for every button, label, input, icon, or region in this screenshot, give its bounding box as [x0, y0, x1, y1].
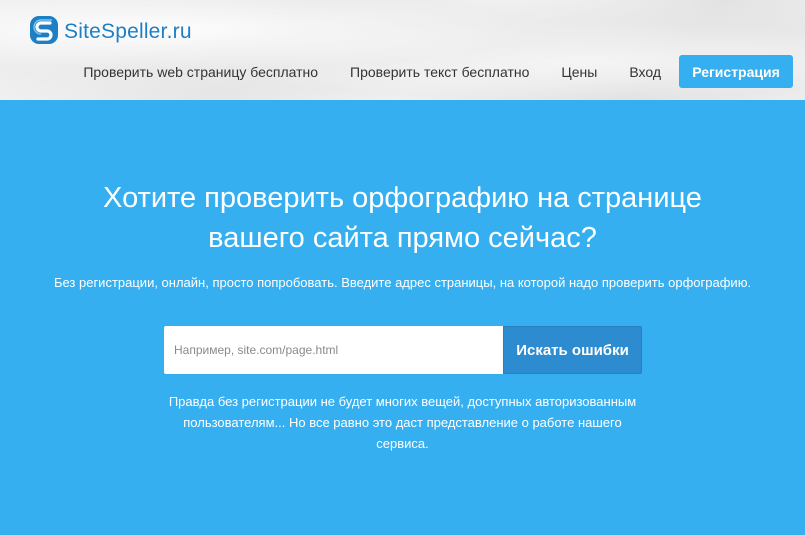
nav-check-web-page[interactable]: Проверить web страницу бесплатно	[67, 64, 334, 80]
nav-prices[interactable]: Цены	[545, 64, 613, 80]
hero-subtitle: Без регистрации, онлайн, просто попробов…	[53, 275, 752, 290]
hero-title-line-1: Хотите проверить орфографию на странице	[103, 182, 702, 214]
url-input[interactable]	[164, 326, 503, 374]
hero-title: Хотите проверить орфографию на странице …	[0, 178, 805, 258]
logo[interactable]: SiteSpeller.ru	[28, 14, 192, 51]
registration-note: Правда без регистрации не будет многих в…	[168, 394, 637, 451]
logo-s-icon	[28, 14, 60, 51]
brand-name: SiteSpeller.ru	[64, 20, 192, 43]
register-button[interactable]: Регистрация	[679, 55, 793, 88]
hero-title-line-2: вашего сайта прямо сейчас?	[208, 222, 597, 254]
find-errors-button[interactable]: Искать ошибки	[503, 326, 642, 374]
url-search-form: Искать ошибки	[164, 326, 642, 374]
nav-check-text[interactable]: Проверить текст бесплатно	[334, 64, 545, 80]
site-header: SiteSpeller.ru Проверить web страницу бе…	[0, 0, 805, 100]
nav-login[interactable]: Вход	[613, 64, 677, 80]
main-nav: Проверить web страницу бесплатно Провери…	[67, 55, 793, 88]
